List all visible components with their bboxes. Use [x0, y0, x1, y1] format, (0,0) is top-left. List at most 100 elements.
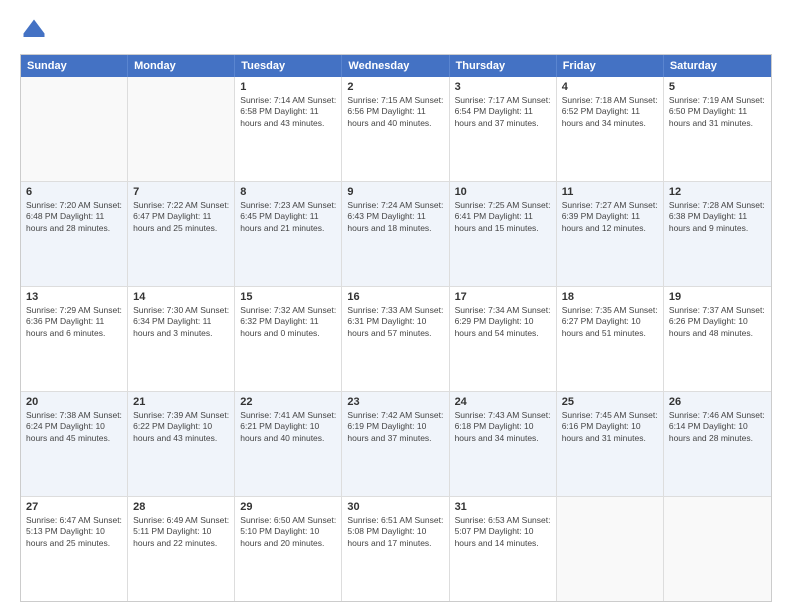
calendar-row: 6 Sunrise: 7:20 AM Sunset: 6:48 PM Daylig… [21, 181, 771, 286]
calendar-cell: 8 Sunrise: 7:23 AM Sunset: 6:45 PM Daylig… [235, 182, 342, 286]
calendar-day-header: Sunday [21, 55, 128, 77]
calendar-cell: 9 Sunrise: 7:24 AM Sunset: 6:43 PM Daylig… [342, 182, 449, 286]
day-info: Sunrise: 6:53 AM Sunset: 5:07 PM Dayligh… [455, 515, 551, 549]
calendar-cell: 11 Sunrise: 7:27 AM Sunset: 6:39 PM Dayli… [557, 182, 664, 286]
calendar-cell: 19 Sunrise: 7:37 AM Sunset: 6:26 PM Dayli… [664, 287, 771, 391]
day-number: 1 [240, 81, 336, 93]
calendar-cell: 29Sunrise: 6:50 AM Sunset: 5:10 PM Dayli… [235, 497, 342, 601]
calendar-cell: 14Sunrise: 7:30 AM Sunset: 6:34 PM Dayli… [128, 287, 235, 391]
day-info: Sunrise: 7:42 AM Sunset: 6:19 PM Dayligh… [347, 410, 443, 444]
day-number: 23 [347, 396, 443, 408]
calendar-row: 20 Sunrise: 7:38 AM Sunset: 6:24 PM Dayli… [21, 391, 771, 496]
page: SundayMondayTuesdayWednesdayThursdayFrid… [0, 0, 792, 612]
day-number: 6 [26, 186, 122, 198]
day-info: Sunrise: 7:24 AM Sunset: 6:43 PM Dayligh… [347, 200, 443, 234]
day-number: 31 [455, 501, 551, 513]
calendar-cell: 15 Sunrise: 7:32 AM Sunset: 6:32 PM Dayli… [235, 287, 342, 391]
day-info: Sunrise: 6:49 AM Sunset: 5:11 PM Dayligh… [133, 515, 229, 549]
day-number: 20 [26, 396, 122, 408]
day-info: Sunrise: 7:19 AM Sunset: 6:50 PM Dayligh… [669, 95, 766, 129]
day-info: Sunrise: 6:50 AM Sunset: 5:10 PM Dayligh… [240, 515, 336, 549]
calendar-day-header: Thursday [450, 55, 557, 77]
day-info: Sunrise: 7:34 AM Sunset: 6:29 PM Dayligh… [455, 305, 551, 339]
day-number: 7 [133, 186, 229, 198]
day-info: Sunrise: 7:29 AM Sunset: 6:36 PM Dayligh… [26, 305, 122, 339]
day-info: Sunrise: 6:47 AM Sunset: 5:13 PM Dayligh… [26, 515, 122, 549]
day-info: Sunrise: 7:14 AM Sunset: 6:58 PM Dayligh… [240, 95, 336, 129]
day-number: 17 [455, 291, 551, 303]
day-number: 26 [669, 396, 766, 408]
calendar-cell: 13 Sunrise: 7:29 AM Sunset: 6:36 PM Dayli… [21, 287, 128, 391]
calendar-cell: 1 Sunrise: 7:14 AM Sunset: 6:58 PM Daylig… [235, 77, 342, 181]
day-number: 21 [133, 396, 229, 408]
calendar-cell [664, 497, 771, 601]
day-info: Sunrise: 7:23 AM Sunset: 6:45 PM Dayligh… [240, 200, 336, 234]
logo-icon [20, 16, 48, 44]
day-info: Sunrise: 7:37 AM Sunset: 6:26 PM Dayligh… [669, 305, 766, 339]
calendar-day-header: Saturday [664, 55, 771, 77]
calendar-cell: 5 Sunrise: 7:19 AM Sunset: 6:50 PM Daylig… [664, 77, 771, 181]
day-number: 13 [26, 291, 122, 303]
day-number: 8 [240, 186, 336, 198]
day-number: 9 [347, 186, 443, 198]
calendar-row: 27 Sunrise: 6:47 AM Sunset: 5:13 PM Dayli… [21, 496, 771, 601]
header [20, 16, 772, 44]
day-info: Sunrise: 7:35 AM Sunset: 6:27 PM Dayligh… [562, 305, 658, 339]
day-info: Sunrise: 7:33 AM Sunset: 6:31 PM Dayligh… [347, 305, 443, 339]
day-number: 4 [562, 81, 658, 93]
calendar-cell: 20 Sunrise: 7:38 AM Sunset: 6:24 PM Dayli… [21, 392, 128, 496]
calendar-cell: 26 Sunrise: 7:46 AM Sunset: 6:14 PM Dayli… [664, 392, 771, 496]
calendar-cell: 4 Sunrise: 7:18 AM Sunset: 6:52 PM Daylig… [557, 77, 664, 181]
calendar-header: SundayMondayTuesdayWednesdayThursdayFrid… [21, 55, 771, 77]
day-number: 28 [133, 501, 229, 513]
day-info: Sunrise: 7:46 AM Sunset: 6:14 PM Dayligh… [669, 410, 766, 444]
day-info: Sunrise: 7:45 AM Sunset: 6:16 PM Dayligh… [562, 410, 658, 444]
calendar-cell: 30 Sunrise: 6:51 AM Sunset: 5:08 PM Dayli… [342, 497, 449, 601]
calendar-cell: 25 Sunrise: 7:45 AM Sunset: 6:16 PM Dayli… [557, 392, 664, 496]
calendar-cell: 18Sunrise: 7:35 AM Sunset: 6:27 PM Dayli… [557, 287, 664, 391]
day-info: Sunrise: 7:43 AM Sunset: 6:18 PM Dayligh… [455, 410, 551, 444]
calendar-day-header: Wednesday [342, 55, 449, 77]
calendar-day-header: Monday [128, 55, 235, 77]
calendar-row: 1 Sunrise: 7:14 AM Sunset: 6:58 PM Daylig… [21, 77, 771, 181]
day-number: 19 [669, 291, 766, 303]
day-number: 10 [455, 186, 551, 198]
calendar-cell: 23 Sunrise: 7:42 AM Sunset: 6:19 PM Dayli… [342, 392, 449, 496]
day-number: 15 [240, 291, 336, 303]
calendar-cell: 10 Sunrise: 7:25 AM Sunset: 6:41 PM Dayli… [450, 182, 557, 286]
calendar-cell: 27 Sunrise: 6:47 AM Sunset: 5:13 PM Dayli… [21, 497, 128, 601]
day-number: 24 [455, 396, 551, 408]
calendar-cell: 3Sunrise: 7:17 AM Sunset: 6:54 PM Daylig… [450, 77, 557, 181]
day-number: 25 [562, 396, 658, 408]
logo [20, 16, 52, 44]
day-info: Sunrise: 7:22 AM Sunset: 6:47 PM Dayligh… [133, 200, 229, 234]
day-info: Sunrise: 7:18 AM Sunset: 6:52 PM Dayligh… [562, 95, 658, 129]
day-info: Sunrise: 7:28 AM Sunset: 6:38 PM Dayligh… [669, 200, 766, 234]
day-number: 5 [669, 81, 766, 93]
calendar-cell: 28 Sunrise: 6:49 AM Sunset: 5:11 PM Dayli… [128, 497, 235, 601]
calendar-row: 13 Sunrise: 7:29 AM Sunset: 6:36 PM Dayli… [21, 286, 771, 391]
calendar: SundayMondayTuesdayWednesdayThursdayFrid… [20, 54, 772, 602]
day-info: Sunrise: 7:20 AM Sunset: 6:48 PM Dayligh… [26, 200, 122, 234]
day-number: 30 [347, 501, 443, 513]
day-info: Sunrise: 6:51 AM Sunset: 5:08 PM Dayligh… [347, 515, 443, 549]
calendar-cell: 6 Sunrise: 7:20 AM Sunset: 6:48 PM Daylig… [21, 182, 128, 286]
calendar-cell [128, 77, 235, 181]
calendar-cell: 17 Sunrise: 7:34 AM Sunset: 6:29 PM Dayli… [450, 287, 557, 391]
day-info: Sunrise: 7:25 AM Sunset: 6:41 PM Dayligh… [455, 200, 551, 234]
day-number: 11 [562, 186, 658, 198]
day-number: 12 [669, 186, 766, 198]
day-info: Sunrise: 7:38 AM Sunset: 6:24 PM Dayligh… [26, 410, 122, 444]
day-number: 3 [455, 81, 551, 93]
calendar-cell: 2Sunrise: 7:15 AM Sunset: 6:56 PM Daylig… [342, 77, 449, 181]
calendar-cell: 21Sunrise: 7:39 AM Sunset: 6:22 PM Dayli… [128, 392, 235, 496]
day-info: Sunrise: 7:15 AM Sunset: 6:56 PM Dayligh… [347, 95, 443, 129]
day-number: 22 [240, 396, 336, 408]
day-info: Sunrise: 7:27 AM Sunset: 6:39 PM Dayligh… [562, 200, 658, 234]
calendar-cell: 7 Sunrise: 7:22 AM Sunset: 6:47 PM Daylig… [128, 182, 235, 286]
day-info: Sunrise: 7:32 AM Sunset: 6:32 PM Dayligh… [240, 305, 336, 339]
day-number: 27 [26, 501, 122, 513]
day-number: 16 [347, 291, 443, 303]
day-info: Sunrise: 7:41 AM Sunset: 6:21 PM Dayligh… [240, 410, 336, 444]
calendar-cell: 22 Sunrise: 7:41 AM Sunset: 6:21 PM Dayli… [235, 392, 342, 496]
